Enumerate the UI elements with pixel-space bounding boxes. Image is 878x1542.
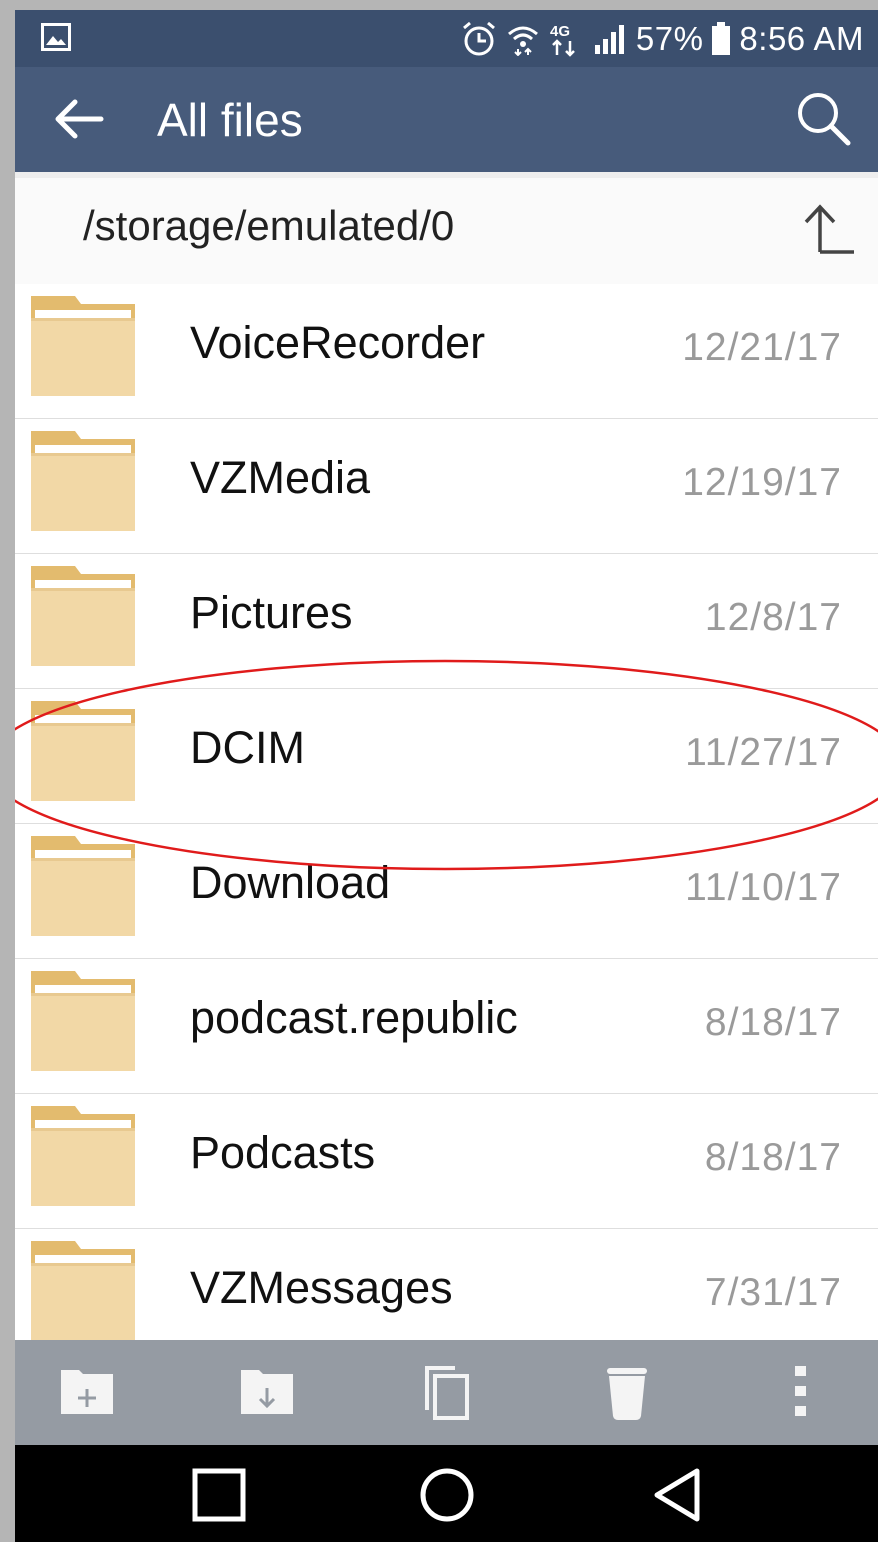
folder-icon <box>31 1106 135 1206</box>
list-item[interactable]: VZMessages 7/31/17 <box>15 1229 878 1340</box>
alarm-icon <box>460 20 498 58</box>
file-list: VoiceRecorder 12/21/17 VZMedia 12/19/17 … <box>15 284 878 1340</box>
status-bar: 4G 57% 8:56 AM <box>15 10 878 67</box>
file-date: 7/31/17 <box>704 1271 842 1314</box>
folder-icon <box>31 836 135 936</box>
file-name: podcast.republic <box>190 992 518 1043</box>
back-arrow-icon[interactable] <box>49 89 109 149</box>
network-4g-icon: 4G <box>548 21 586 57</box>
phone-screen: 4G 57% 8:56 AM All files /storage/emulat… <box>15 10 878 1542</box>
file-name: VZMessages <box>190 1262 453 1313</box>
file-name: DCIM <box>190 722 305 773</box>
list-item[interactable]: Download 11/10/17 <box>15 824 878 959</box>
app-bar: All files <box>15 67 878 172</box>
list-item[interactable]: Pictures 12/8/17 <box>15 554 878 689</box>
screenshot-border-left <box>0 0 15 1542</box>
file-date: 12/19/17 <box>682 461 842 504</box>
battery-percent: 57% <box>635 20 704 57</box>
file-date: 8/18/17 <box>704 1136 842 1179</box>
folder-up-icon[interactable] <box>798 198 858 258</box>
folder-icon <box>31 431 135 531</box>
navigation-bar <box>15 1445 878 1542</box>
screenshot-border-top <box>0 0 878 10</box>
signal-icon <box>594 23 628 55</box>
file-date: 11/27/17 <box>685 731 842 774</box>
new-folder-icon[interactable] <box>57 1362 117 1422</box>
folder-icon <box>31 296 135 396</box>
home-icon[interactable] <box>415 1463 479 1527</box>
page-title: All files <box>157 94 303 146</box>
folder-icon <box>31 566 135 666</box>
file-date: 12/8/17 <box>704 596 842 639</box>
wifi-icon <box>506 22 540 56</box>
file-date: 8/18/17 <box>704 1001 842 1044</box>
folder-icon <box>31 971 135 1071</box>
file-name: Pictures <box>190 587 353 638</box>
current-path: /storage/emulated/0 <box>83 202 455 249</box>
battery-icon <box>711 22 731 56</box>
file-name: Download <box>190 857 391 908</box>
search-icon[interactable] <box>792 87 856 151</box>
file-date: 11/10/17 <box>685 866 842 909</box>
image-icon <box>41 23 71 51</box>
file-name: Podcasts <box>190 1127 376 1178</box>
list-item[interactable]: VZMedia 12/19/17 <box>15 419 878 554</box>
file-date: 12/21/17 <box>682 326 842 369</box>
folder-icon <box>31 701 135 801</box>
list-item[interactable]: VoiceRecorder 12/21/17 <box>15 284 878 419</box>
download-folder-icon[interactable] <box>237 1362 297 1422</box>
clock: 8:56 AM <box>739 20 864 57</box>
bottom-toolbar <box>15 1340 878 1445</box>
back-icon[interactable] <box>645 1463 709 1527</box>
svg-text:4G: 4G <box>550 23 570 40</box>
file-name: VoiceRecorder <box>190 317 486 368</box>
folder-icon <box>31 1241 135 1340</box>
more-options-icon[interactable] <box>771 1362 831 1422</box>
list-item[interactable]: Podcasts 8/18/17 <box>15 1094 878 1229</box>
copy-icon[interactable] <box>417 1362 477 1422</box>
list-item[interactable]: DCIM 11/27/17 <box>15 689 878 824</box>
path-bar: /storage/emulated/0 <box>15 172 878 284</box>
recents-icon[interactable] <box>187 1463 251 1527</box>
list-item[interactable]: podcast.republic 8/18/17 <box>15 959 878 1094</box>
delete-icon[interactable] <box>597 1362 657 1422</box>
file-name: VZMedia <box>190 452 371 503</box>
